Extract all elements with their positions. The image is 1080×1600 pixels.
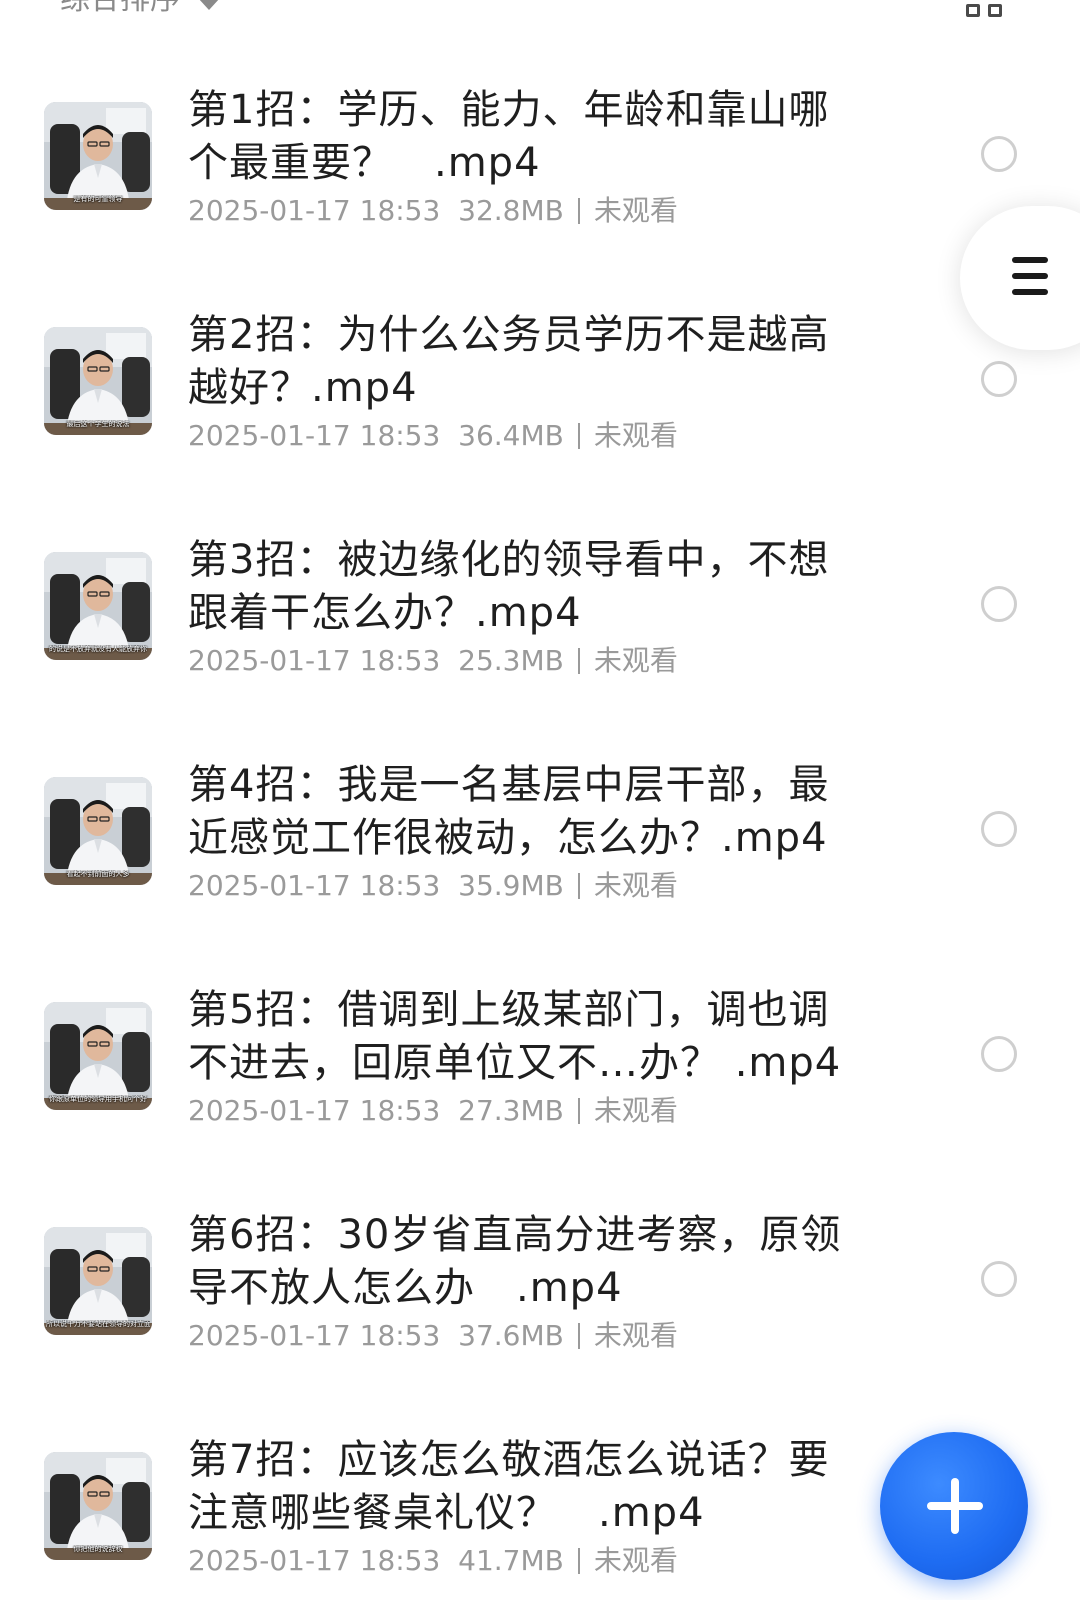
file-title[interactable]: 第1招：学历、能力、年龄和靠山哪个最重要？ .mp4 [188, 84, 843, 190]
file-meta: 2025-01-17 18:53 35.9MB 未观看 [188, 868, 678, 904]
thumbnail-caption: 看起不到前面的人多 [66, 870, 130, 878]
meta-divider [577, 1098, 580, 1124]
file-meta: 2025-01-17 18:53 27.3MB 未观看 [188, 1093, 678, 1129]
select-radio[interactable] [981, 361, 1017, 397]
file-title[interactable]: 第6招：30岁省直高分进考察，原领导不放人怎么办 .mp4 [188, 1209, 843, 1315]
file-list-screen: 综合排序 是有的可靠领导 第1招：学历、能力 [0, 0, 1080, 1600]
file-date: 2025-01-17 18:53 [188, 1319, 441, 1352]
thumbnail-caption: 是有的可靠领导 [73, 195, 123, 203]
file-meta: 2025-01-17 18:53 25.3MB 未观看 [188, 643, 678, 679]
watch-status: 未观看 [593, 869, 678, 902]
file-row[interactable]: 所以说千万不要站在领导的对立面 第6招：30岁省直高分进考察，原领导不放人怎么办… [0, 1205, 1080, 1430]
thumbnail-caption: 你跟原单位的领导用手机问个好 [49, 1095, 147, 1103]
select-radio[interactable] [981, 1036, 1017, 1072]
file-row[interactable]: 最后这个学生的说法 第2招：为什么公务员学历不是越高越好？.mp4 2025-0… [0, 305, 1080, 530]
file-list: 是有的可靠领导 第1招：学历、能力、年龄和靠山哪个最重要？ .mp4 2025-… [0, 80, 1080, 1600]
select-radio[interactable] [981, 1261, 1017, 1297]
file-meta: 2025-01-17 18:53 32.8MB 未观看 [188, 193, 678, 229]
file-title[interactable]: 第7招：应该怎么敬酒怎么说话？要注意哪些餐桌礼仪？ .mp4 [188, 1434, 843, 1540]
add-button[interactable] [880, 1432, 1028, 1580]
watch-status: 未观看 [593, 1094, 678, 1127]
thumbnail-caption: 最后这个学生的说法 [66, 420, 130, 428]
video-thumbnail[interactable]: 是有的可靠领导 [44, 102, 152, 210]
video-thumbnail[interactable]: 所以说千万不要站在领导的对立面 [44, 1227, 152, 1335]
meta-divider [577, 1548, 580, 1574]
file-size: 32.8MB [458, 194, 564, 227]
meta-divider [577, 648, 580, 674]
file-date: 2025-01-17 18:53 [188, 194, 441, 227]
meta-divider [577, 423, 580, 449]
file-date: 2025-01-17 18:53 [188, 419, 441, 452]
video-thumbnail[interactable]: 你跟原单位的领导用手机问个好 [44, 1002, 152, 1110]
file-title[interactable]: 第4招：我是一名基层中层干部，最近感觉工作很被动，怎么办？.mp4 [188, 759, 843, 865]
watch-status: 未观看 [593, 1319, 678, 1352]
thumbnail-caption: 所以说千万不要站在领导的对立面 [46, 1320, 150, 1328]
file-meta: 2025-01-17 18:53 37.6MB 未观看 [188, 1318, 678, 1354]
file-row[interactable]: 是有的可靠领导 第1招：学历、能力、年龄和靠山哪个最重要？ .mp4 2025-… [0, 80, 1080, 305]
watch-status: 未观看 [593, 194, 678, 227]
watch-status: 未观看 [593, 644, 678, 677]
file-date: 2025-01-17 18:53 [188, 1544, 441, 1577]
select-radio[interactable] [981, 586, 1017, 622]
video-thumbnail[interactable]: 最后这个学生的说法 [44, 327, 152, 435]
file-size: 37.6MB [458, 1319, 564, 1352]
file-date: 2025-01-17 18:53 [188, 869, 441, 902]
video-thumbnail[interactable]: 的说是不放弃就没有人能放弃你 [44, 552, 152, 660]
watch-status: 未观看 [593, 1544, 678, 1577]
grid-view-icon[interactable] [966, 0, 1010, 22]
select-radio[interactable] [981, 811, 1017, 847]
file-title[interactable]: 第5招：借调到上级某部门，调也调不进去，回原单位又不…办？ .mp4 [188, 984, 843, 1090]
meta-divider [577, 1323, 580, 1349]
file-size: 41.7MB [458, 1544, 564, 1577]
meta-divider [577, 873, 580, 899]
file-size: 25.3MB [458, 644, 564, 677]
thumbnail-caption: 你把他的说辞权 [73, 1545, 123, 1553]
menu-icon [1012, 257, 1048, 295]
watch-status: 未观看 [593, 419, 678, 452]
file-size: 36.4MB [458, 419, 564, 452]
thumbnail-caption: 的说是不放弃就没有人能放弃你 [49, 645, 147, 653]
file-row[interactable]: 你跟原单位的领导用手机问个好 第5招：借调到上级某部门，调也调不进去，回原单位又… [0, 980, 1080, 1205]
sort-dropdown[interactable]: 综合排序 [60, 0, 220, 22]
video-thumbnail[interactable]: 你把他的说辞权 [44, 1452, 152, 1560]
select-radio[interactable] [981, 136, 1017, 172]
file-row[interactable]: 看起不到前面的人多 第4招：我是一名基层中层干部，最近感觉工作很被动，怎么办？.… [0, 755, 1080, 980]
list-toolbar: 综合排序 [0, 0, 1080, 22]
file-meta: 2025-01-17 18:53 36.4MB 未观看 [188, 418, 678, 454]
file-size: 27.3MB [458, 1094, 564, 1127]
file-date: 2025-01-17 18:53 [188, 644, 441, 677]
caret-down-icon [198, 0, 220, 10]
file-title[interactable]: 第3招：被边缘化的领导看中，不想跟着干怎么办？.mp4 [188, 534, 843, 640]
video-thumbnail[interactable]: 看起不到前面的人多 [44, 777, 152, 885]
file-title[interactable]: 第2招：为什么公务员学历不是越高越好？.mp4 [188, 309, 843, 415]
file-row[interactable]: 的说是不放弃就没有人能放弃你 第3招：被边缘化的领导看中，不想跟着干怎么办？.m… [0, 530, 1080, 755]
file-size: 35.9MB [458, 869, 564, 902]
file-date: 2025-01-17 18:53 [188, 1094, 441, 1127]
file-meta: 2025-01-17 18:53 41.7MB 未观看 [188, 1543, 678, 1579]
meta-divider [577, 198, 580, 224]
sort-label: 综合排序 [60, 0, 180, 22]
